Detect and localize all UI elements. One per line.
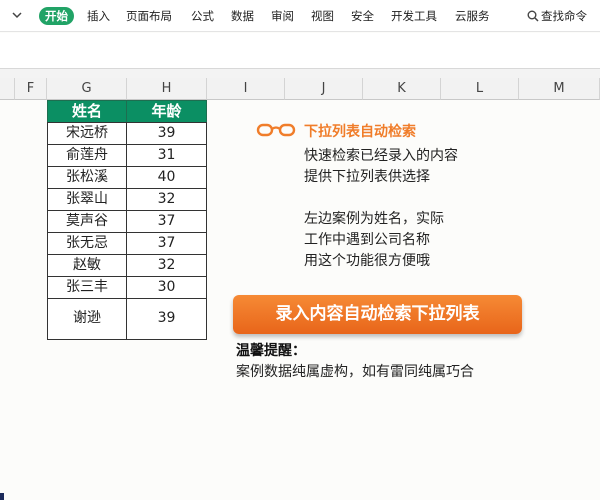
table-cell-name[interactable]: 张松溪 [47,166,127,189]
column-header-l[interactable]: L [441,78,519,100]
column-header-g[interactable]: G [47,78,127,100]
sheet-scroll-indicator [0,493,4,500]
column-header-f[interactable]: F [15,78,47,100]
search-icon [527,10,539,22]
toolbar-gap [0,69,600,78]
column-header-h[interactable]: H [127,78,207,100]
info-line: 快速检索已经录入的内容 [304,148,458,164]
chevron-down-icon[interactable] [10,8,24,22]
column-header-k[interactable]: K [363,78,441,100]
table-cell-age[interactable]: 40 [126,166,207,189]
table-cell-name[interactable]: 莫声谷 [47,210,127,233]
table-cell-age[interactable]: 37 [126,210,207,233]
info-line: 提供下拉列表供选择 [304,169,430,185]
table-cell-name[interactable]: 张三丰 [47,276,127,299]
info-title: 下拉列表自动检索 [304,124,416,140]
menu-tab-formulas[interactable]: 公式 [191,7,214,25]
ribbon-menu-bar: 开始 插入 页面布局 公式 数据 审阅 视图 安全 开发工具 云服务 查找命令 [0,0,600,32]
table-cell-name[interactable]: 宋远桥 [47,122,127,145]
auto-search-dropdown-banner: 录入内容自动检索下拉列表 [233,295,522,334]
menu-tab-data[interactable]: 数据 [231,7,254,25]
table-cell-name[interactable]: 张翠山 [47,188,127,211]
column-header-j[interactable]: J [285,78,363,100]
table-cell-name[interactable]: 俞莲舟 [47,144,127,167]
menu-tab-security[interactable]: 安全 [351,7,374,25]
table-cell-age[interactable]: 32 [126,188,207,211]
table-cell-age[interactable]: 39 [126,122,207,145]
table-cell-age[interactable]: 32 [126,254,207,277]
table-header-age[interactable]: 年龄 [126,100,207,123]
search-command-label: 查找命令 [541,9,587,23]
info-line: 用这个功能很方便哦 [304,253,430,269]
menu-tab-view[interactable]: 视图 [311,7,334,25]
column-header-i[interactable]: I [207,78,285,100]
menu-tab-page-layout[interactable]: 页面布局 [126,7,172,25]
table-header-name[interactable]: 姓名 [47,100,127,123]
table-cell-name[interactable]: 赵敏 [47,254,127,277]
table-cell-age[interactable]: 39 [126,298,207,340]
glasses-icon [256,123,296,137]
formula-bar[interactable] [0,33,600,69]
table-cell-name[interactable]: 谢逊 [47,298,127,340]
menu-tab-review[interactable]: 审阅 [271,7,294,25]
table-cell-age[interactable]: 37 [126,232,207,255]
column-header-m[interactable]: M [519,78,600,100]
table-cell-age[interactable]: 30 [126,276,207,299]
info-line: 工作中遇到公司名称 [304,232,430,248]
tip-text: 案例数据纯属虚构，如有雷同纯属巧合 [236,364,474,380]
table-cell-age[interactable]: 31 [126,144,207,167]
tip-title: 温馨提醒： [236,343,306,359]
menu-tab-cloud[interactable]: 云服务 [455,7,490,25]
row-header-corner[interactable] [0,78,15,100]
table-cell-name[interactable]: 张无忌 [47,232,127,255]
menu-tab-home[interactable]: 开始 [39,7,74,25]
menu-tab-developer[interactable]: 开发工具 [391,7,437,25]
menu-tab-insert[interactable]: 插入 [87,7,110,25]
info-line: 左边案例为姓名，实际 [304,211,444,227]
